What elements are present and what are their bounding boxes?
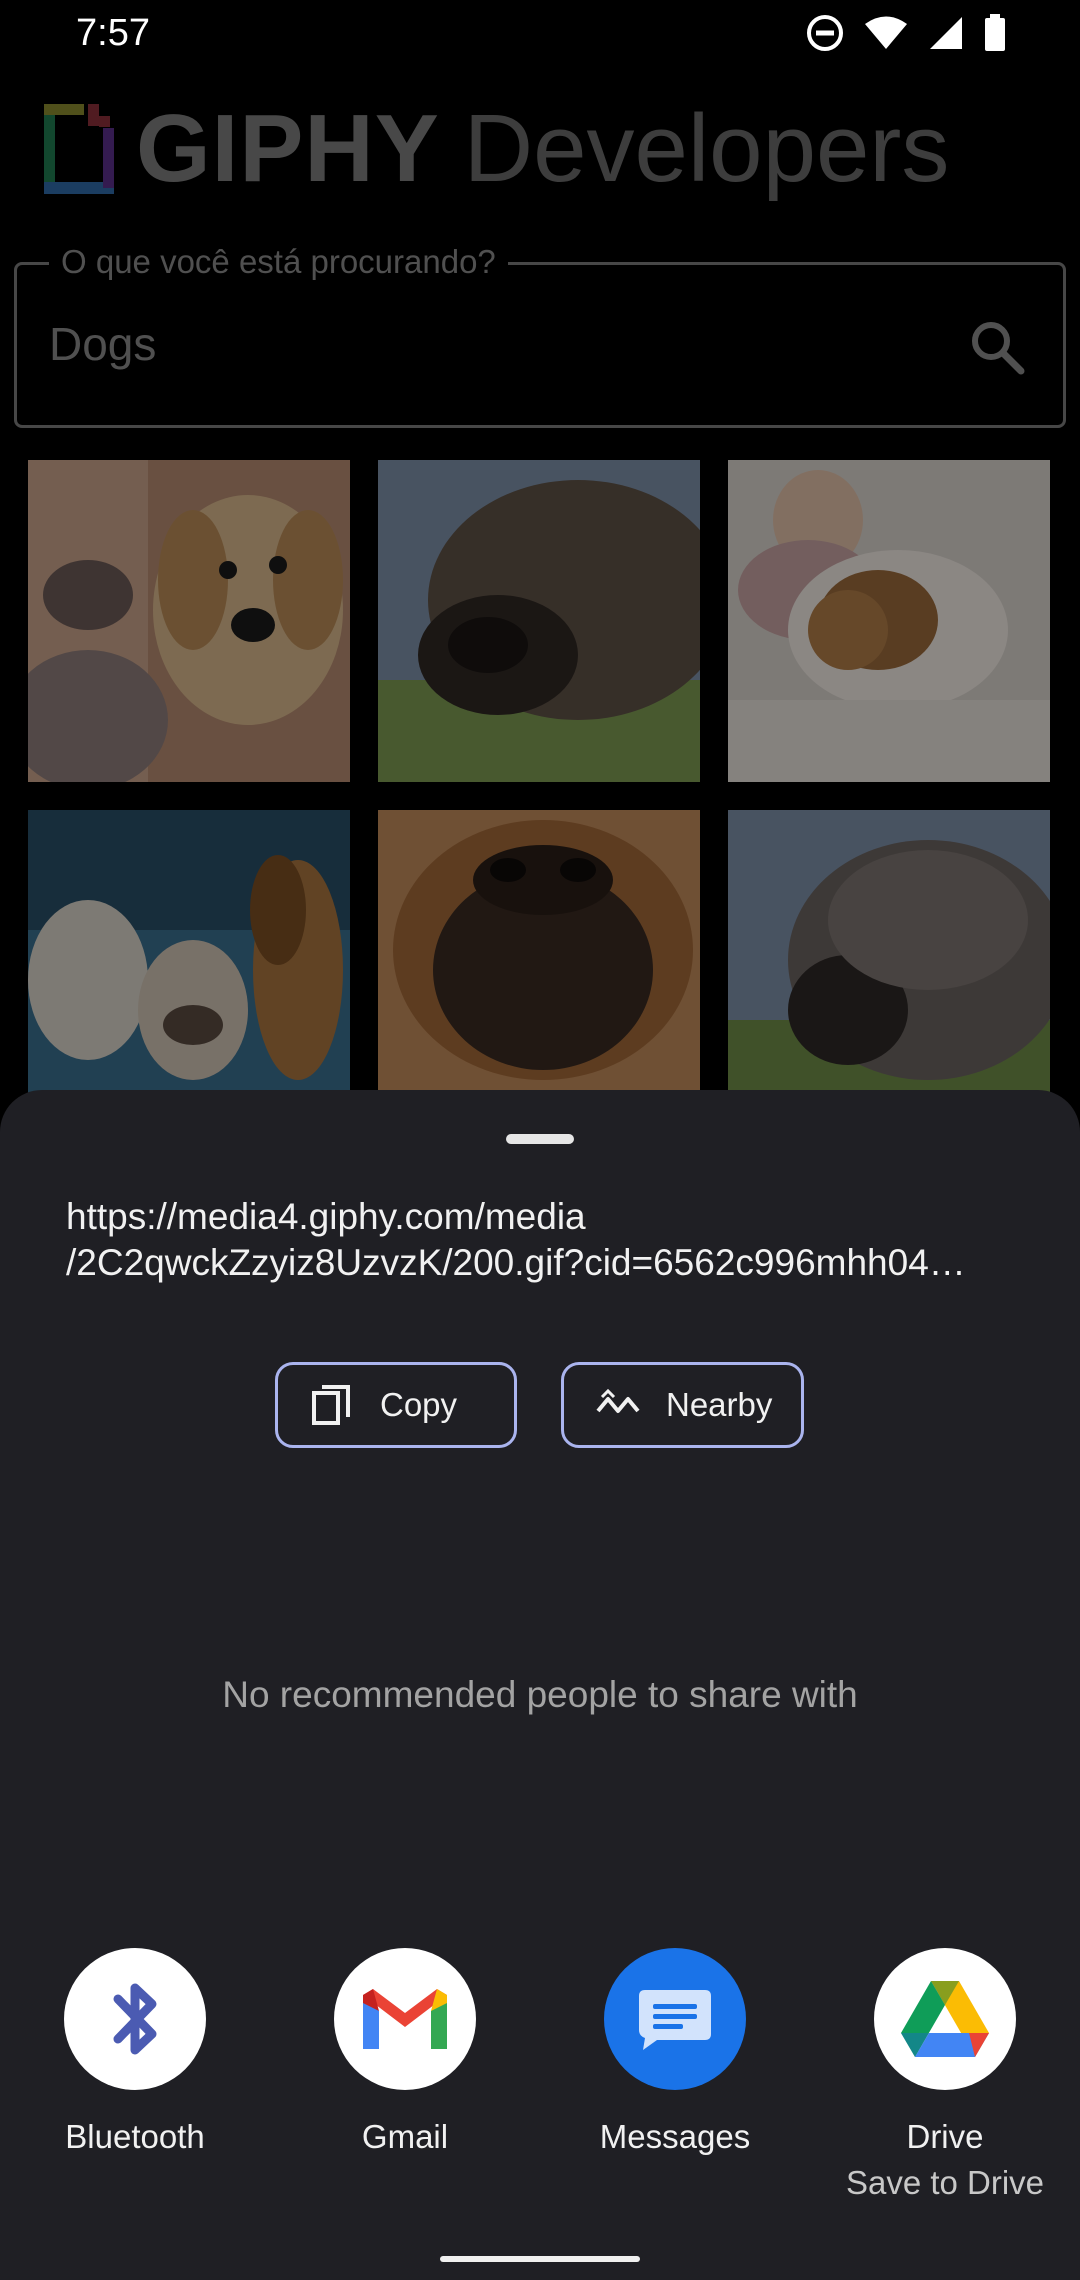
- logo-brand-text: GIPHY: [136, 95, 440, 202]
- bluetooth-icon: [64, 1948, 206, 2090]
- gif-baby-with-puppy[interactable]: [728, 460, 1050, 782]
- search-label: O que você está procurando?: [49, 243, 508, 281]
- signal-icon: [930, 17, 962, 49]
- drive-icon: [874, 1948, 1016, 2090]
- no-recommendations-text: No recommended people to share with: [222, 1674, 858, 1715]
- share-target-bluetooth[interactable]: Bluetooth: [0, 1948, 270, 2156]
- shared-url: https://media4.giphy.com/media /2C2qwckZ…: [66, 1194, 1016, 1286]
- share-target-label: Gmail: [361, 2118, 449, 2155]
- nearby-share-button[interactable]: Nearby: [561, 1362, 804, 1448]
- giphy-app: GIPHY Developers O que você está procura…: [0, 70, 1080, 1132]
- do-not-disturb-icon: [807, 15, 843, 51]
- share-target-gmail[interactable]: Gmail: [270, 1948, 540, 2156]
- copy-icon: [312, 1385, 350, 1425]
- share-target-drive[interactable]: Drive Save to Drive: [810, 1948, 1080, 2202]
- share-target-sublabel: Save to Drive: [845, 2164, 1045, 2201]
- search-input[interactable]: Dogs: [49, 317, 156, 371]
- nearby-share-icon: [596, 1388, 640, 1413]
- share-target-label: Bluetooth: [65, 2118, 205, 2155]
- gif-group-of-dogs[interactable]: [28, 810, 350, 1132]
- gmail-icon: [334, 1948, 476, 2090]
- giphy-logo: GIPHY Developers: [44, 94, 949, 204]
- gesture-nav-bar[interactable]: [440, 2256, 640, 2262]
- wifi-icon: [865, 16, 907, 49]
- share-target-label: Messages: [599, 2118, 751, 2155]
- gif-gray-dog[interactable]: [728, 810, 1050, 1132]
- giphy-logo-mark-icon: [44, 104, 114, 194]
- drag-handle[interactable]: [506, 1134, 574, 1144]
- search-icon[interactable]: [967, 317, 1027, 377]
- share-target-messages[interactable]: Messages: [540, 1948, 810, 2156]
- messages-icon: [604, 1948, 746, 2090]
- copy-button[interactable]: Copy: [275, 1362, 517, 1448]
- gif-golden-retriever[interactable]: [28, 460, 350, 782]
- gif-boxer-dog-nose[interactable]: [378, 810, 700, 1132]
- status-bar: 7:57: [0, 0, 1080, 70]
- status-icons: [806, 14, 1006, 52]
- share-sheet: https://media4.giphy.com/media /2C2qwckZ…: [0, 1090, 1080, 2280]
- copy-label: Copy: [380, 1386, 458, 1423]
- gif-dog-close-up[interactable]: [378, 460, 700, 782]
- shared-url-line-1: https://media4.giphy.com/media: [66, 1196, 586, 1237]
- logo-suffix-text: Developers: [463, 95, 950, 202]
- search-field[interactable]: O que você está procurando? Dogs: [14, 243, 1066, 428]
- shared-url-line-2: /2C2qwckZzyiz8UzvzK/200.gif?cid=6562c996…: [66, 1242, 966, 1283]
- share-target-label: Drive: [906, 2118, 984, 2155]
- battery-icon: [985, 14, 1005, 51]
- nearby-label: Nearby: [666, 1386, 773, 1423]
- status-time: 7:57: [76, 12, 150, 54]
